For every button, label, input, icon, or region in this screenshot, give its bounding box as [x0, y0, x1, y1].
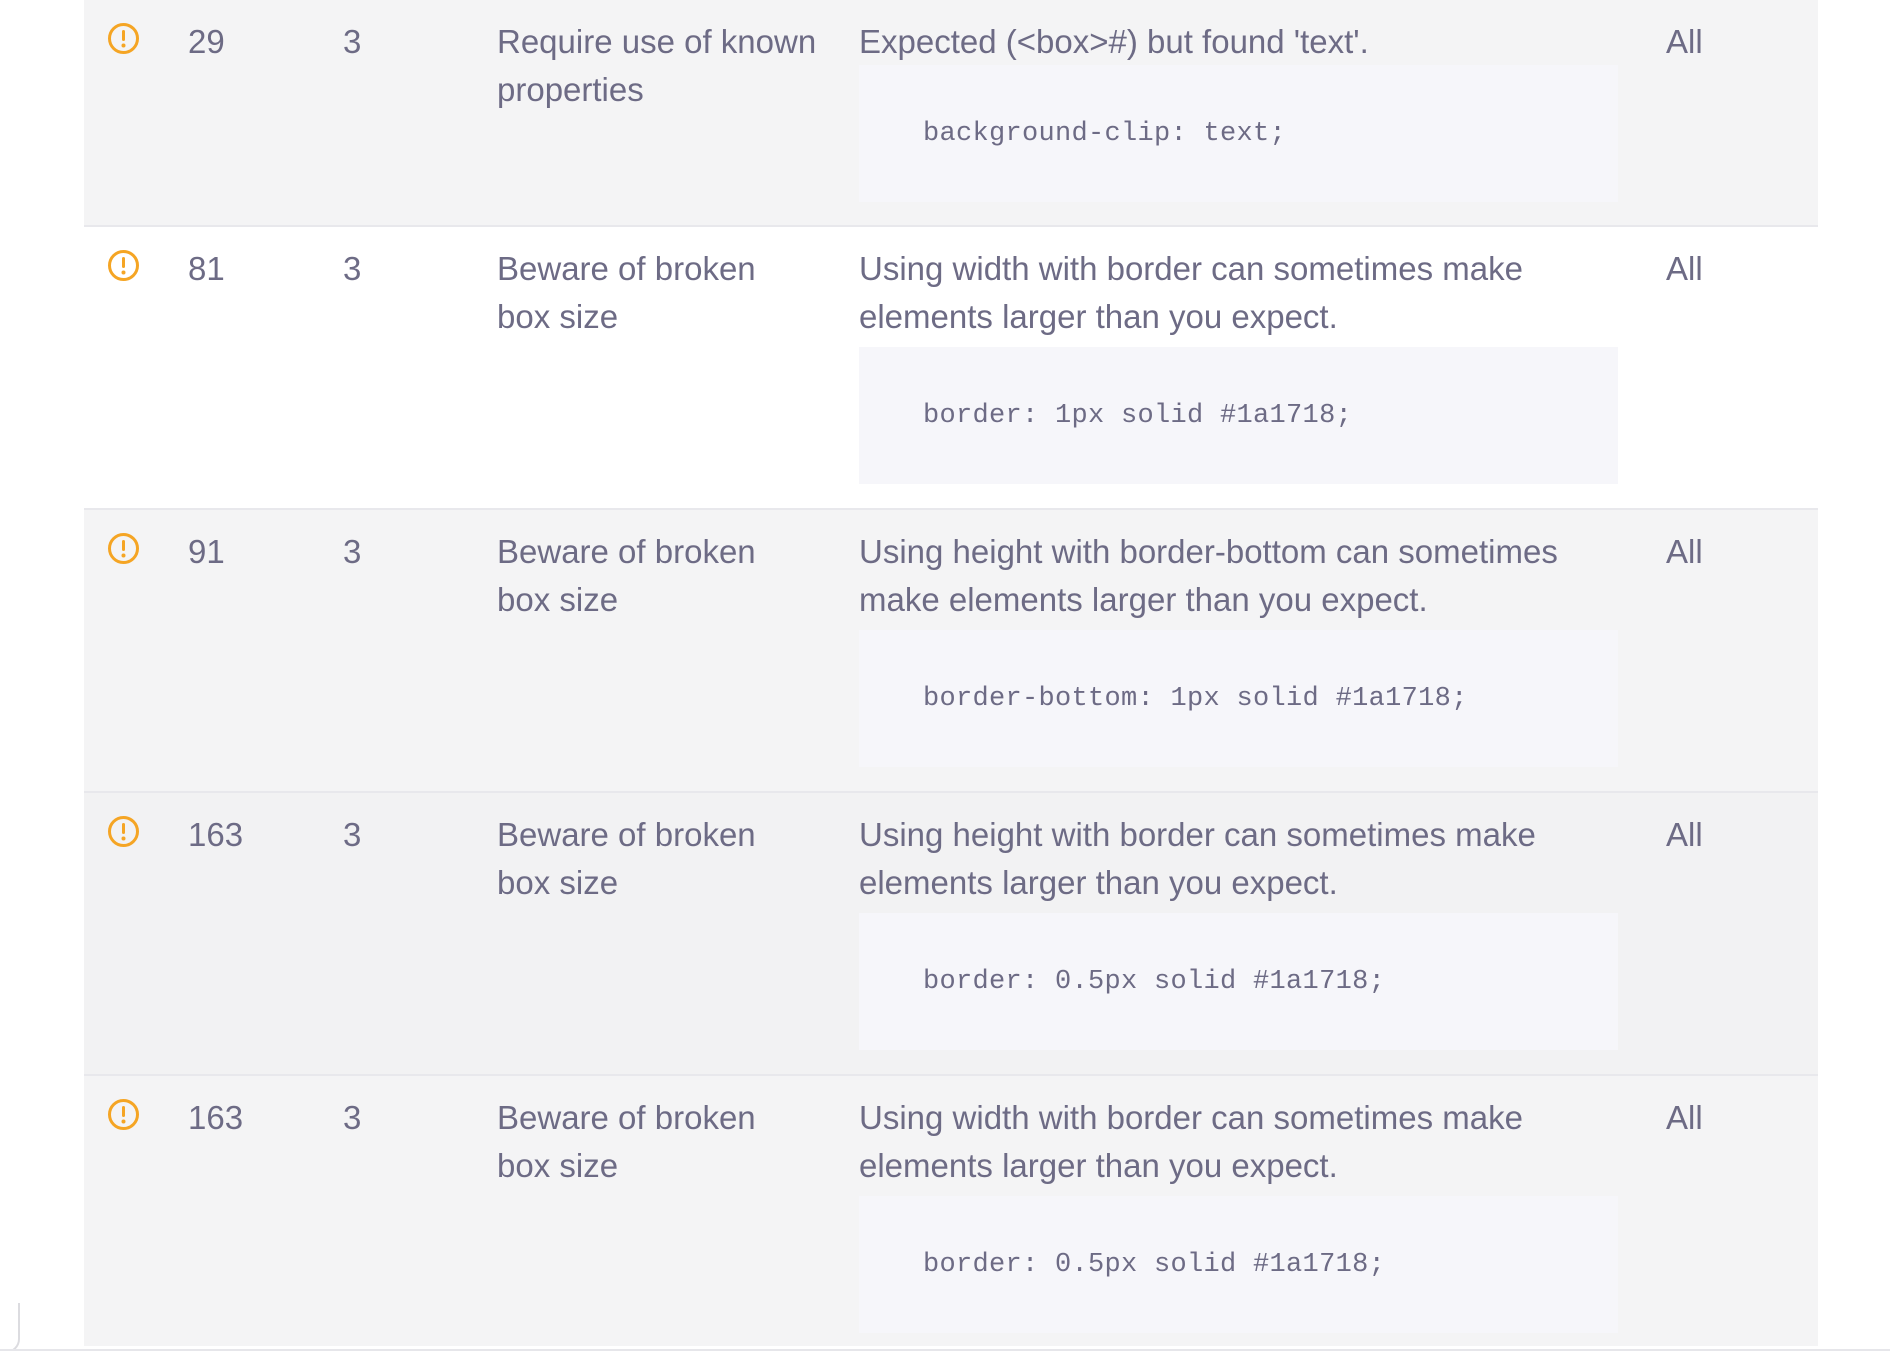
line-number: 163	[188, 1099, 244, 1136]
rule-name: Beware of broken box size	[497, 1099, 756, 1184]
warning-icon	[108, 23, 139, 54]
warning-icon	[108, 533, 139, 564]
code-text: background-clip: text;	[923, 118, 1287, 149]
message-text: Expected (<box>#) but found 'text'.	[859, 23, 1369, 60]
message-text: Using height with border can sometimes m…	[859, 816, 1536, 901]
browsers-text: All	[1666, 23, 1703, 60]
code-snippet: border: 0.5px solid #1a1718;	[859, 913, 1618, 1050]
table-row: 163 3 Beware of broken box size Using he…	[84, 793, 1818, 1076]
code-text: border: 0.5px solid #1a1718;	[923, 1249, 1386, 1280]
code-snippet: background-clip: text;	[859, 65, 1618, 202]
column-number: 3	[343, 816, 362, 853]
browsers-text: All	[1666, 1099, 1703, 1136]
message-text: Using width with border can sometimes ma…	[859, 250, 1523, 335]
message-text: Using height with border-bottom can some…	[859, 533, 1558, 618]
code-text: border-bottom: 1px solid #1a1718;	[923, 683, 1468, 714]
rule-name: Beware of broken box size	[497, 533, 756, 618]
code-snippet: border: 0.5px solid #1a1718;	[859, 1196, 1618, 1333]
code-text: border: 0.5px solid #1a1718;	[923, 966, 1386, 997]
message-text: Using width with border can sometimes ma…	[859, 1099, 1523, 1184]
table-row: 91 3 Beware of broken box size Using hei…	[84, 510, 1818, 793]
lint-results-page: 29 3 Require use of known properties Exp…	[0, 0, 1890, 1362]
table-row: 163 3 Beware of broken box size Using wi…	[84, 1076, 1818, 1346]
lint-results-table: 29 3 Require use of known properties Exp…	[84, 0, 1818, 1346]
line-number: 81	[188, 250, 225, 287]
warning-icon	[108, 1099, 139, 1130]
table-row: 29 3 Require use of known properties Exp…	[84, 0, 1818, 227]
window-corner	[0, 1303, 20, 1353]
column-number: 3	[343, 1099, 362, 1136]
column-number: 3	[343, 23, 362, 60]
rule-name: Beware of broken box size	[497, 816, 756, 901]
line-number: 163	[188, 816, 244, 853]
rule-name: Beware of broken box size	[497, 250, 756, 335]
column-number: 3	[343, 533, 362, 570]
warning-icon	[108, 816, 139, 847]
browsers-text: All	[1666, 816, 1703, 853]
bottom-edge	[0, 1349, 1890, 1362]
browsers-text: All	[1666, 250, 1703, 287]
line-number: 91	[188, 533, 225, 570]
line-number: 29	[188, 23, 225, 60]
browsers-text: All	[1666, 533, 1703, 570]
code-snippet: border-bottom: 1px solid #1a1718;	[859, 630, 1618, 767]
code-snippet: border: 1px solid #1a1718;	[859, 347, 1618, 484]
column-number: 3	[343, 250, 362, 287]
rule-name: Require use of known properties	[497, 23, 817, 108]
table-row: 81 3 Beware of broken box size Using wid…	[84, 227, 1818, 510]
warning-icon	[108, 250, 139, 281]
code-text: border: 1px solid #1a1718;	[923, 400, 1353, 431]
